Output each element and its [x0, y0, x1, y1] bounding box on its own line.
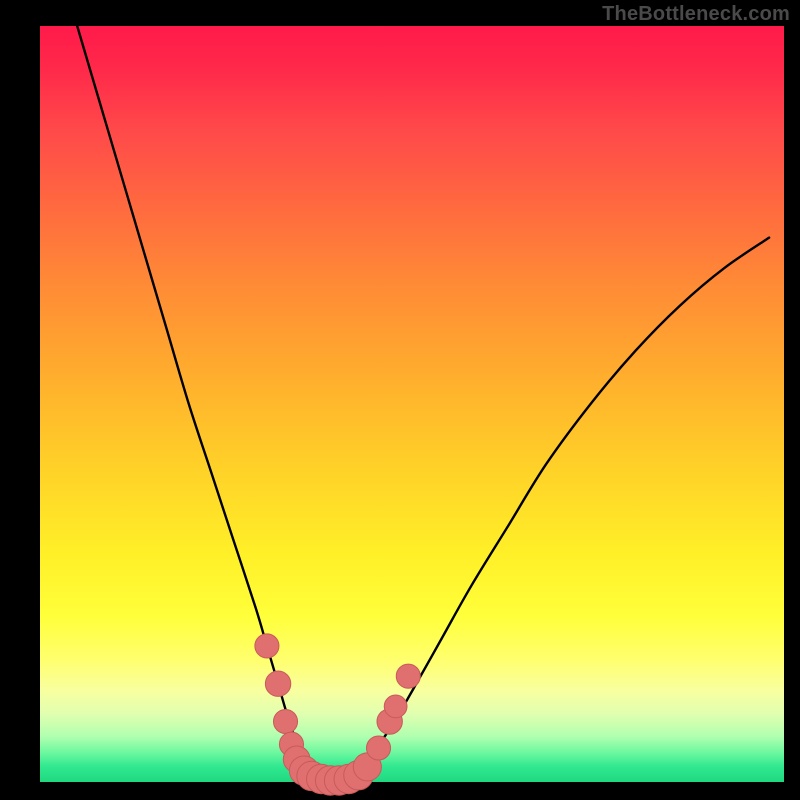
curve-marker	[396, 664, 420, 688]
curve-markers	[255, 634, 420, 795]
curve-marker	[255, 634, 279, 658]
curve-marker	[384, 695, 407, 718]
curve-marker	[273, 709, 297, 733]
chart-frame: TheBottleneck.com	[0, 0, 800, 800]
bottleneck-curve	[77, 26, 769, 782]
watermark-text: TheBottleneck.com	[602, 3, 790, 26]
chart-svg	[40, 26, 784, 782]
curve-marker	[265, 671, 290, 696]
plot-area	[40, 26, 784, 782]
curve-marker	[366, 736, 390, 760]
